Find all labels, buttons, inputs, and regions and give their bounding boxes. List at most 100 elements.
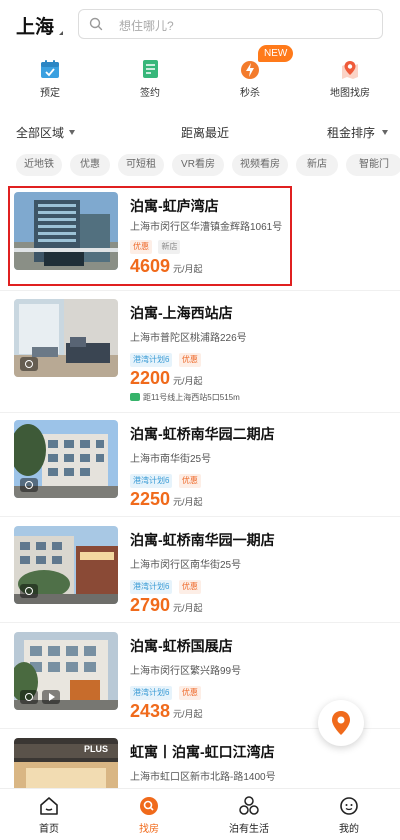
price-value: 2438 [130, 701, 171, 721]
new-badge: NEW [258, 45, 294, 62]
discount-badge: 优惠 [178, 474, 201, 488]
tab-label: 我的 [339, 824, 359, 835]
divider [0, 290, 400, 291]
photo-icon [20, 584, 38, 598]
tag-chip[interactable]: 视频看房 [232, 154, 288, 176]
listing-title: 泊寓-上海西站店 [130, 305, 233, 321]
quick-nav-flash-sale[interactable]: 秒杀 [220, 58, 280, 99]
tab-home[interactable]: 首页 [14, 795, 84, 835]
quick-nav-label: 预定 [40, 88, 60, 99]
home-icon [40, 797, 58, 815]
listing-title: 泊寓-虹桥国展店 [130, 638, 233, 654]
quick-nav-contract[interactable]: 签约 [120, 58, 180, 99]
tag-chip[interactable]: 可短租 [118, 154, 164, 176]
listing-price: 2200 元/月起 [130, 368, 203, 389]
discount-badge: 优惠 [178, 580, 201, 594]
tag-chip[interactable]: 近地铁 [16, 154, 62, 176]
discount-badge: 优惠 [178, 686, 201, 700]
listing-card[interactable]: 泊寓-上海西站店 上海市普陀区桃浦路226号 港湾计划6 优惠 2200 元/月起… [0, 293, 400, 413]
tab-find-house[interactable]: 找房 [114, 795, 184, 835]
location-pin-icon [332, 711, 350, 735]
listing-card[interactable]: 泊寓-虹桥南华园二期店 上海市南华街25号 港湾计划6 优惠 2250 元/月起 [0, 414, 400, 524]
listing-photo [14, 299, 118, 377]
listing-price: 2438 元/月起 [130, 701, 203, 722]
contract-icon [143, 60, 158, 78]
plan-badge: 港湾计划6 [130, 580, 173, 594]
listing-address: 上海市闵行区华漕镇金辉路1061号 [130, 222, 283, 233]
listing-badges: 港湾计划6 优惠 [130, 682, 203, 700]
listing-price: 2790 元/月起 [130, 595, 203, 616]
tag-chip[interactable]: 新店 [296, 154, 338, 176]
listing-card[interactable]: 泊寓-虹桥南华园一期店 上海市闵行区南华街25号 港湾计划6 优惠 2790 元/… [0, 520, 400, 630]
listing-badges: 港湾计划6 优惠 [130, 576, 203, 594]
find-house-icon [140, 797, 158, 815]
listing-card[interactable]: 泊寓-虹庐湾店 上海市闵行区华漕镇金辉路1061号 优惠 新店 4609 元/月起 [8, 186, 292, 286]
divider [0, 412, 400, 413]
metro-icon [130, 393, 140, 401]
price-value: 2790 [130, 595, 171, 615]
listing-photo [14, 632, 118, 710]
city-selector[interactable]: 上海 [16, 12, 54, 39]
tab-label: 首页 [39, 824, 59, 835]
discount-badge: 优惠 [178, 353, 201, 367]
tag-chip[interactable]: 智能门 [346, 154, 400, 176]
listing-price: 4609 元/月起 [130, 256, 203, 277]
listing-photo: PLUS [14, 738, 118, 788]
calendar-icon [41, 60, 59, 78]
listing-title: 泊寓-虹庐湾店 [130, 198, 219, 214]
distance-sort[interactable]: 距离最近 [181, 124, 229, 141]
listing-title: 泊寓-虹桥南华园一期店 [130, 532, 275, 548]
plan-badge: 港湾计划6 [130, 686, 173, 700]
quick-nav: 预定 签约 秒杀 地图找房 [0, 52, 400, 106]
quick-nav-label: 秒杀 [240, 88, 260, 99]
tag-chip[interactable]: 优惠 [70, 154, 110, 176]
metro-distance-text: 距11号线上海西站5口515m [143, 393, 240, 402]
area-filter[interactable]: 全部区域 [16, 124, 64, 141]
price-unit: 元/月起 [173, 497, 203, 507]
photo-icon [20, 690, 38, 704]
rent-sort[interactable]: 租金排序 [327, 124, 375, 141]
quick-nav-label: 签约 [140, 88, 160, 99]
search-placeholder: 想住哪儿? [119, 19, 174, 33]
price-value: 2250 [130, 489, 171, 509]
video-icon [42, 690, 60, 704]
photo-sign: PLUS [84, 744, 109, 754]
price-value: 4609 [130, 256, 171, 276]
listing-price: 2250 元/月起 [130, 489, 203, 510]
plan-badge: 港湾计划6 [130, 474, 173, 488]
quick-nav-label: 地图找房 [330, 88, 370, 99]
listing-photo [14, 192, 118, 270]
search-icon [89, 17, 103, 31]
chevron-down-icon[interactable] [382, 130, 388, 135]
divider [0, 516, 400, 517]
search-input[interactable]: 想住哪儿? [78, 9, 383, 39]
listing-photo [14, 420, 118, 498]
listing-address: 上海市普陀区桃浦路226号 [130, 333, 247, 344]
listing-photo [14, 526, 118, 604]
listing-address: 上海市南华街25号 [130, 454, 212, 465]
quick-nav-booking[interactable]: 预定 [20, 58, 80, 99]
tag-chip[interactable]: VR看房 [172, 154, 224, 176]
price-value: 2200 [130, 368, 171, 388]
tab-profile[interactable]: 我的 [314, 795, 384, 835]
listing-address: 上海市闵行区南华街25号 [130, 560, 242, 571]
chevron-down-icon[interactable] [69, 130, 75, 135]
bottom-tab-bar: 首页 找房 泊有生活 我的 [0, 788, 400, 840]
tab-life[interactable]: 泊有生活 [214, 795, 284, 835]
photo-icon [20, 357, 38, 371]
life-icon [239, 796, 259, 815]
quick-nav-map[interactable]: 地图找房 [320, 58, 380, 99]
price-unit: 元/月起 [173, 709, 203, 719]
top-bar: 上海 想住哪儿? [0, 0, 400, 48]
plan-badge: 港湾计划6 [130, 353, 173, 367]
tab-label: 泊有生活 [229, 824, 269, 835]
profile-icon [340, 797, 358, 815]
city-caret-icon[interactable] [59, 31, 63, 35]
map-pin-icon [342, 61, 358, 79]
listing-address: 上海市闵行区繁兴路99号 [130, 666, 242, 677]
filter-bar: 全部区域 距离最近 租金排序 [0, 122, 400, 142]
listing-title: 泊寓-虹桥南华园二期店 [130, 426, 275, 442]
divider [0, 622, 400, 623]
map-locate-button[interactable] [318, 700, 364, 746]
price-unit: 元/月起 [173, 264, 203, 274]
